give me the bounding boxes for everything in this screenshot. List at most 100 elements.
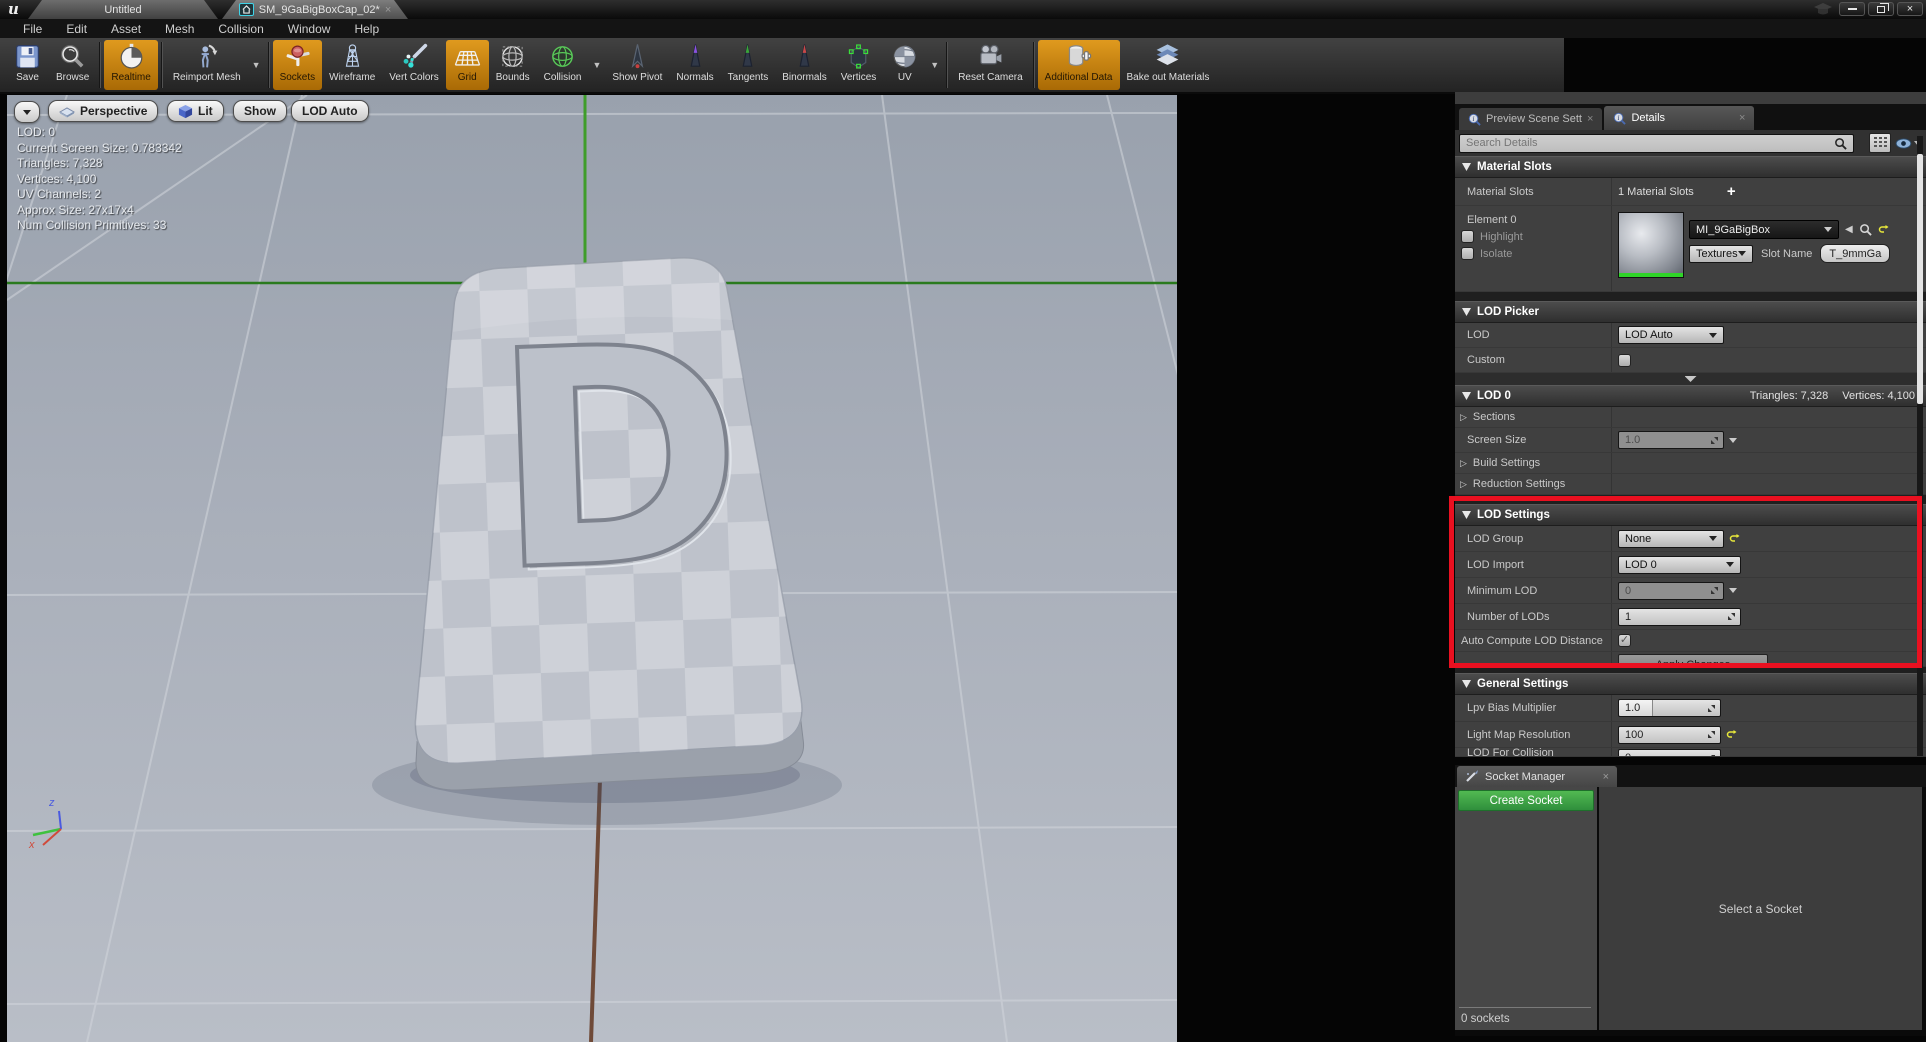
3d-viewport[interactable]: D D Perspective Lit Show LOD Auto LOD: 0… xyxy=(7,95,1177,1042)
normals-button[interactable]: Normals xyxy=(669,40,720,90)
restore-button[interactable] xyxy=(1868,2,1894,16)
realtime-button[interactable]: Realtime xyxy=(104,40,157,90)
collapsed-arrow-icon: ▷ xyxy=(1460,412,1467,423)
lod-dropdown[interactable]: LOD Auto xyxy=(1618,326,1724,344)
textures-dropdown[interactable]: Textures xyxy=(1689,245,1753,263)
lod-auto-button[interactable]: LOD Auto xyxy=(291,100,369,122)
reset-to-default-icon[interactable] xyxy=(1878,224,1890,236)
chevron-down-icon[interactable] xyxy=(1729,438,1737,443)
reset-to-default-icon[interactable] xyxy=(1726,729,1738,741)
menu-edit[interactable]: Edit xyxy=(55,22,98,36)
binormals-button[interactable]: Binormals xyxy=(775,40,833,90)
material-asset-dropdown[interactable]: MI_9GaBigBox xyxy=(1689,220,1839,239)
minimize-button[interactable] xyxy=(1839,2,1865,16)
window-controls: × xyxy=(1839,2,1923,16)
section-header-lod0[interactable]: LOD 0 Triangles: 7,328 Vertices: 4,100 xyxy=(1455,385,1926,407)
search-input[interactable] xyxy=(1459,134,1854,153)
show-pivot-button[interactable]: Show Pivot xyxy=(605,40,669,90)
lod-group-label: LOD Group xyxy=(1455,526,1612,551)
tab-preview-scene-settings[interactable]: i Preview Scene Sett × xyxy=(1459,108,1602,130)
save-button[interactable]: Save xyxy=(6,40,49,90)
tangents-button[interactable]: Tangents xyxy=(721,40,776,90)
screen-size-field[interactable]: 1.0 xyxy=(1618,431,1724,449)
minimum-lod-field[interactable]: 0 xyxy=(1618,582,1724,600)
axis-z-label: z xyxy=(49,797,55,809)
material-thumbnail[interactable] xyxy=(1618,212,1684,278)
lod-auto-label: LOD Auto xyxy=(302,104,358,118)
menu-file[interactable]: File xyxy=(12,22,53,36)
section-header-general-settings[interactable]: General Settings xyxy=(1455,673,1926,695)
viewport-options-dropdown[interactable] xyxy=(14,101,40,123)
section-header-material-slots[interactable]: Material Slots xyxy=(1455,156,1926,178)
perspective-button[interactable]: Perspective xyxy=(48,100,158,122)
close-button[interactable]: × xyxy=(1897,2,1923,16)
uv-button[interactable]: UV xyxy=(883,40,926,90)
tab-close-icon[interactable]: × xyxy=(1587,113,1593,125)
lod-import-dropdown[interactable]: LOD 0 xyxy=(1618,556,1741,574)
bake-out-materials-button[interactable]: Bake out Materials xyxy=(1120,40,1217,90)
wireframe-button[interactable]: Wireframe xyxy=(322,40,382,90)
window-tab-asset[interactable]: SM_9GaBigBoxCap_02* × xyxy=(222,0,408,19)
build-settings-row[interactable]: ▷ Build Settings xyxy=(1455,453,1926,474)
browse-to-asset-icon[interactable] xyxy=(1859,223,1872,236)
info-icon: i xyxy=(1613,112,1626,125)
add-material-slot-button[interactable]: + xyxy=(1727,183,1736,200)
lit-button[interactable]: Lit xyxy=(167,100,224,122)
tab-close-icon[interactable]: × xyxy=(385,4,391,16)
reimport-mesh-button[interactable]: Reimport Mesh xyxy=(166,40,248,90)
grid-button[interactable]: Grid xyxy=(446,40,489,90)
lod-group-dropdown[interactable]: None xyxy=(1618,530,1724,548)
tab-details[interactable]: i Details × xyxy=(1604,106,1754,130)
create-socket-button[interactable]: Create Socket xyxy=(1458,790,1594,811)
section-header-lod-settings[interactable]: LOD Settings xyxy=(1455,504,1926,526)
menu-help[interactable]: Help xyxy=(343,22,390,36)
collision-dropdown-icon[interactable]: ▼ xyxy=(588,60,605,70)
use-selected-asset-icon[interactable]: ◀ xyxy=(1845,224,1853,235)
tab-close-icon[interactable]: × xyxy=(1739,112,1745,124)
sockets-button[interactable]: Sockets xyxy=(273,40,323,90)
number-of-lods-field[interactable]: 1 xyxy=(1618,608,1741,626)
scrollbar-thumb[interactable] xyxy=(1917,154,1923,404)
uv-dropdown-icon[interactable]: ▼ xyxy=(926,60,943,70)
advanced-expander[interactable] xyxy=(1455,373,1926,385)
lpv-bias-field[interactable]: 1.0 xyxy=(1618,699,1721,717)
menu-window[interactable]: Window xyxy=(277,22,342,36)
apply-changes-button[interactable]: Apply Changes xyxy=(1618,654,1768,667)
details-scrollbar[interactable] xyxy=(1917,136,1923,756)
tab-close-icon[interactable]: × xyxy=(1603,771,1609,783)
axis-gizmo: z x xyxy=(21,795,81,855)
slot-name-field[interactable]: T_9mmGa xyxy=(1820,244,1890,263)
isolate-checkbox[interactable] xyxy=(1461,247,1474,260)
lod-group-row: LOD Group None xyxy=(1455,526,1926,552)
menu-asset[interactable]: Asset xyxy=(100,22,152,36)
reset-to-default-icon[interactable] xyxy=(1729,533,1741,545)
property-matrix-button[interactable] xyxy=(1869,133,1891,153)
vert-colors-button[interactable]: Vert Colors xyxy=(382,40,445,90)
collision-button[interactable]: Collision xyxy=(537,40,589,90)
show-button[interactable]: Show xyxy=(233,100,287,122)
auto-compute-lod-checkbox[interactable]: ✓ xyxy=(1618,634,1631,647)
vertices-button[interactable]: Vertices xyxy=(834,40,884,90)
custom-checkbox[interactable] xyxy=(1618,354,1631,367)
menu-collision[interactable]: Collision xyxy=(207,22,274,36)
additional-data-button[interactable]: Additional Data xyxy=(1038,40,1120,90)
window-tab-untitled[interactable]: Untitled xyxy=(28,0,218,19)
tab-socket-manager[interactable]: Socket Manager × xyxy=(1457,766,1617,787)
auto-compute-lod-row: Auto Compute LOD Distance ✓ xyxy=(1455,630,1926,652)
bounds-button[interactable]: Bounds xyxy=(489,40,537,90)
chevron-down-icon[interactable] xyxy=(1729,588,1737,593)
reimport-mesh-dropdown-icon[interactable]: ▼ xyxy=(248,60,265,70)
realtime-icon xyxy=(117,42,146,71)
lod-for-collision-field[interactable]: 0 xyxy=(1618,749,1721,757)
reduction-settings-row[interactable]: ▷ Reduction Settings xyxy=(1455,474,1926,495)
sections-row[interactable]: ▷ Sections xyxy=(1455,407,1926,428)
toolbar-separator xyxy=(1033,42,1035,88)
menu-mesh[interactable]: Mesh xyxy=(154,22,205,36)
browse-button[interactable]: Browse xyxy=(49,40,96,90)
reset-camera-button[interactable]: Reset Camera xyxy=(951,40,1029,90)
lightmap-resolution-field[interactable]: 100 xyxy=(1618,726,1721,744)
minimum-lod-value: 0 xyxy=(1625,585,1631,597)
highlight-checkbox[interactable] xyxy=(1461,230,1474,243)
section-header-lod-picker[interactable]: LOD Picker xyxy=(1455,301,1926,323)
details-panel: i Preview Scene Sett × i Details × Mater… xyxy=(1455,104,1926,757)
